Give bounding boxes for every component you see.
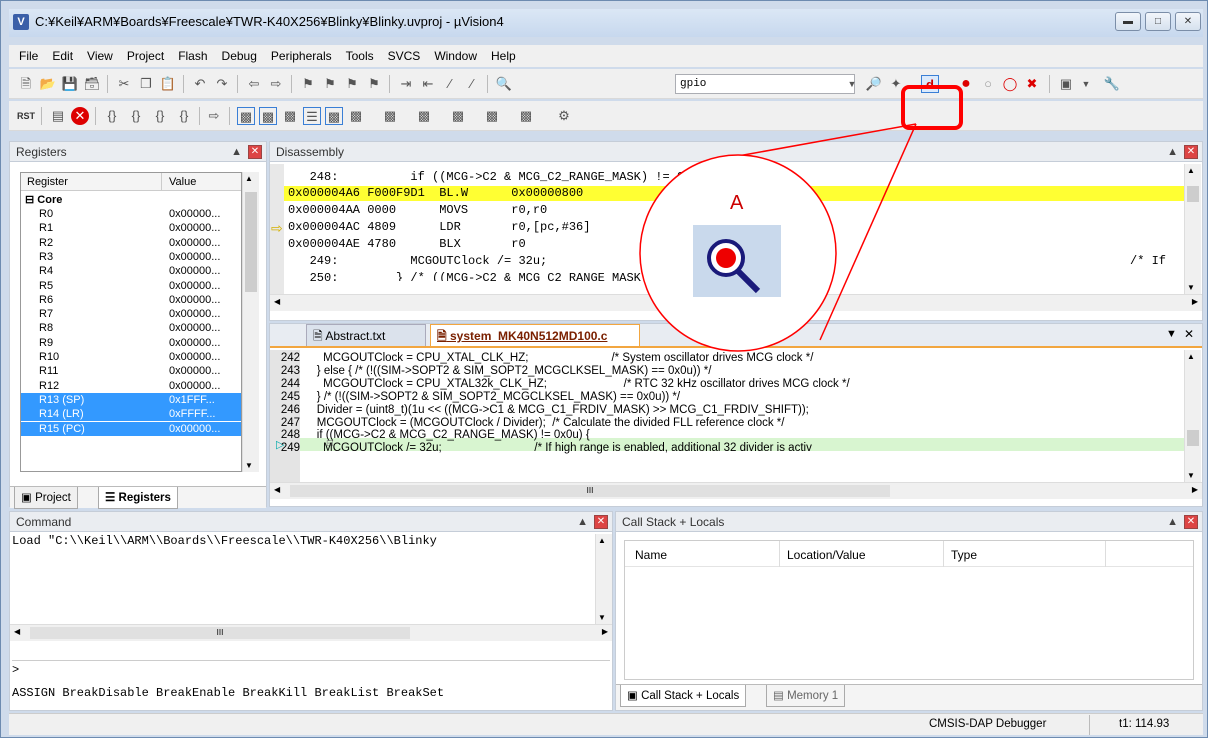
callout-label: A	[730, 192, 744, 214]
callout-overlay: A	[639, 85, 963, 352]
debug-d-icon	[716, 248, 736, 268]
callout-highlight-box	[901, 85, 963, 130]
callout-line-upper	[737, 123, 917, 157]
